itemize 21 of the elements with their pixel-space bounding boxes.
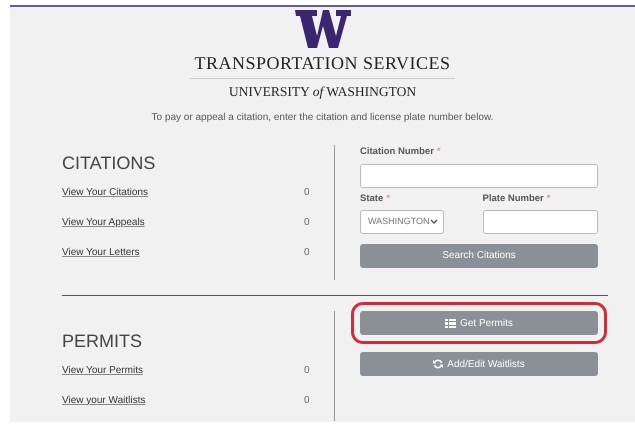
count-text: 0 [304, 216, 311, 230]
section-heading: PERMITS [62, 331, 144, 353]
field-label: State [360, 192, 384, 204]
required-mark: * [436, 146, 441, 158]
required-mark: * [386, 192, 390, 204]
view-link[interactable]: View Your Citations [62, 184, 148, 200]
count-text: 0 [304, 364, 311, 378]
view-link[interactable]: View Your Appeals [62, 214, 145, 230]
field-label: Plate Number [482, 192, 544, 204]
count-text: 0 [304, 246, 311, 260]
count-text: 0 [304, 186, 311, 200]
instructions-text: To pay or appeal a citation, enter the citation and license plate number below. [150, 111, 494, 126]
view-link[interactable]: View Your Letters [62, 244, 140, 260]
required-mark: * [546, 192, 550, 204]
field-label: Citation Number [360, 146, 434, 158]
page-title: TRANSPORTATION SERVICES [190, 50, 455, 79]
view-link[interactable]: View your Waitlists [62, 392, 146, 408]
count-text: 0 [304, 394, 311, 408]
state-select[interactable]: WASHINGTON [360, 210, 444, 234]
section-heading: CITATIONS [62, 153, 156, 175]
view-link[interactable]: View Your Permits [62, 362, 143, 378]
